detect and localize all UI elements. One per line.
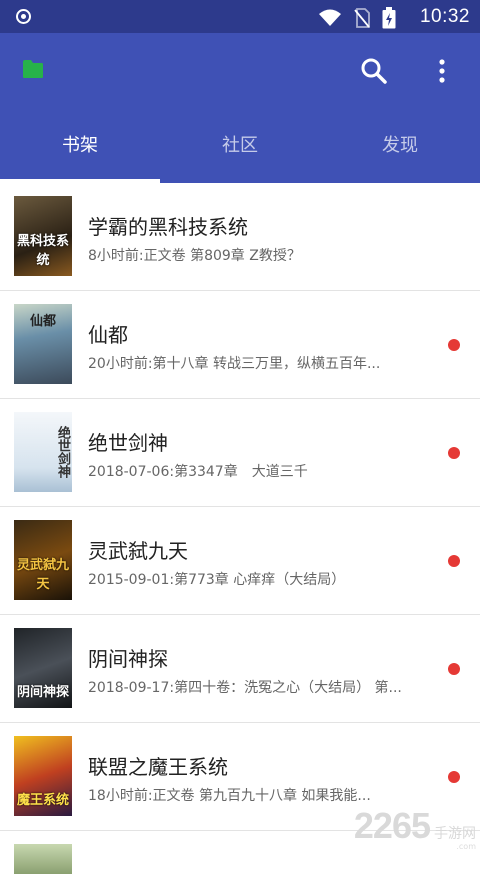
book-title: 阴间神探 xyxy=(88,643,168,672)
book-title: 灵武弑九天 xyxy=(88,535,188,564)
cover-text: 阴间神探 xyxy=(14,681,72,700)
cover-text: 灵武弑九天 xyxy=(14,554,72,592)
book-row[interactable]: 灵武弑九天 灵武弑九天 2015-09-01:第773章 心痒痒（大结局） xyxy=(0,507,480,615)
app-bar: 书架 社区 发现 xyxy=(0,33,480,183)
book-row[interactable]: 黑科技系统 学霸的黑科技系统 8小时前:正文卷 第809章 Z教授？ xyxy=(0,183,480,291)
folder-icon[interactable] xyxy=(22,59,44,79)
book-title: 仙都 xyxy=(88,319,128,348)
book-list: 黑科技系统 学霸的黑科技系统 8小时前:正文卷 第809章 Z教授？ 仙都 仙都… xyxy=(0,183,480,861)
cover-text: 绝世剑神 xyxy=(14,426,72,478)
watermark-label: 手游网 xyxy=(434,823,476,843)
watermark-number: 2265 xyxy=(354,805,430,847)
watermark: 2265 手游网 .com xyxy=(354,805,476,847)
book-title: 联盟之魔王系统 xyxy=(88,751,228,780)
book-latest-chapter: 8小时前:正文卷 第809章 Z教授？ xyxy=(88,245,428,265)
book-cover: 黑科技系统 xyxy=(14,196,72,276)
book-latest-chapter: 18小时前:正文卷 第九百九十八章 如果我能... xyxy=(88,785,428,805)
status-icons xyxy=(318,7,396,29)
book-latest-chapter: 2018-07-06:第3347章 大道三千 xyxy=(88,461,428,481)
unread-dot xyxy=(448,339,460,351)
book-row[interactable]: 阴间神探 阴间神探 2018-09-17:第四十卷：洗冤之心（大结局） 第... xyxy=(0,615,480,723)
cover-text: 魔王系统 xyxy=(14,789,72,808)
book-cover: 灵武弑九天 xyxy=(14,520,72,600)
shield-icon xyxy=(16,9,31,24)
book-cover: 绝世剑神 xyxy=(14,412,72,492)
book-cover: 阴间神探 xyxy=(14,628,72,708)
book-title: 学霸的黑科技系统 xyxy=(88,211,248,240)
unread-dot xyxy=(448,771,460,783)
book-latest-chapter: 20小时前:第十八章 转战三万里，纵横五百年... xyxy=(88,353,428,373)
tab-bar: 书架 社区 发现 xyxy=(0,126,480,183)
status-bar: 10:32 xyxy=(0,0,480,33)
book-latest-chapter: 2018-09-17:第四十卷：洗冤之心（大结局） 第... xyxy=(88,677,428,697)
search-icon[interactable] xyxy=(360,57,388,85)
tab-bookshelf[interactable]: 书架 xyxy=(0,126,160,183)
cover-text: 黑科技系统 xyxy=(14,230,72,268)
book-cover: 仙都 xyxy=(14,304,72,384)
tab-community[interactable]: 社区 xyxy=(160,126,320,183)
book-cover xyxy=(14,844,72,874)
tab-discover[interactable]: 发现 xyxy=(320,126,480,183)
book-row[interactable]: 仙都 仙都 20小时前:第十八章 转战三万里，纵横五百年... xyxy=(0,291,480,399)
watermark-domain: .com xyxy=(456,842,476,851)
book-row[interactable]: 绝世剑神 绝世剑神 2018-07-06:第3347章 大道三千 xyxy=(0,399,480,507)
unread-dot xyxy=(448,663,460,675)
battery-icon xyxy=(382,7,396,29)
unread-dot xyxy=(448,447,460,459)
book-title: 绝世剑神 xyxy=(88,427,168,456)
more-icon[interactable] xyxy=(432,57,452,85)
book-cover: 魔王系统 xyxy=(14,736,72,816)
clock: 10:32 xyxy=(420,6,470,28)
book-latest-chapter: 2015-09-01:第773章 心痒痒（大结局） xyxy=(88,569,428,589)
no-sim-icon xyxy=(354,8,370,28)
wifi-icon xyxy=(318,9,342,27)
cover-text: 仙都 xyxy=(14,310,72,329)
unread-dot xyxy=(448,555,460,567)
